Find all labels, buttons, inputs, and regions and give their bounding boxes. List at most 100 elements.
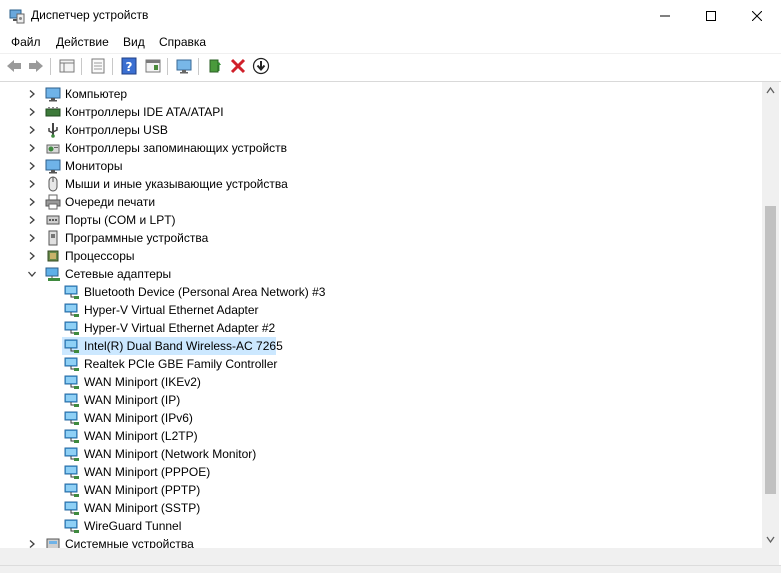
tree-category[interactable]: Мониторы bbox=[0, 157, 762, 175]
expand-chevron-icon[interactable] bbox=[27, 143, 37, 153]
close-button[interactable] bbox=[734, 0, 780, 31]
port-icon bbox=[46, 215, 60, 225]
scroll-down-arrow-icon[interactable] bbox=[766, 535, 775, 544]
expand-chevron-icon[interactable] bbox=[27, 539, 37, 548]
help-icon[interactable]: ? bbox=[120, 57, 138, 75]
toolbar: ? bbox=[0, 53, 781, 82]
tree-category[interactable]: Процессоры bbox=[0, 247, 762, 265]
tree-item[interactable]: Realtek PCIe GBE Family Controller bbox=[0, 355, 762, 373]
tree-item[interactable]: WAN Miniport (L2TP) bbox=[0, 427, 762, 445]
expand-chevron-icon[interactable] bbox=[27, 251, 37, 261]
toolbar-separator bbox=[50, 58, 51, 75]
tree-item[interactable]: WAN Miniport (IP) bbox=[0, 391, 762, 409]
adapter-label: WAN Miniport (Network Monitor) bbox=[84, 447, 257, 461]
vertical-scrollbar[interactable] bbox=[762, 82, 779, 548]
network-adapter-icon bbox=[64, 285, 79, 299]
tree-item[interactable]: Bluetooth Device (Personal Area Network)… bbox=[0, 283, 762, 301]
expand-chevron-icon[interactable] bbox=[27, 89, 37, 99]
adapter-label: WAN Miniport (IP) bbox=[84, 393, 181, 407]
tree-category[interactable]: Контроллеры запоминающих устройств bbox=[0, 139, 762, 157]
tree-item[interactable]: WireGuard Tunnel bbox=[0, 517, 762, 535]
action-panel-icon[interactable] bbox=[144, 57, 162, 75]
network-adapter-icon bbox=[64, 501, 79, 515]
tree-item[interactable]: WAN Miniport (IPv6) bbox=[0, 409, 762, 427]
expand-chevron-icon[interactable] bbox=[27, 125, 37, 135]
scroll-up-arrow-icon[interactable] bbox=[766, 86, 775, 95]
network-adapter-icon bbox=[64, 339, 79, 353]
tree-item-selected[interactable]: Intel(R) Dual Band Wireless-AC 7265 bbox=[0, 337, 762, 355]
adapter-label: WAN Miniport (SSTP) bbox=[84, 501, 201, 515]
expand-chevron-icon[interactable] bbox=[27, 197, 37, 207]
category-label: Порты (COM и LPT) bbox=[65, 213, 176, 227]
expand-chevron-icon[interactable] bbox=[27, 161, 37, 171]
tree-category[interactable]: Порты (COM и LPT) bbox=[0, 211, 762, 229]
collapse-chevron-icon[interactable] bbox=[27, 269, 37, 279]
expand-chevron-icon[interactable] bbox=[27, 233, 37, 243]
horizontal-scrollbar[interactable] bbox=[0, 548, 762, 565]
tree-category[interactable]: Очереди печати bbox=[0, 193, 762, 211]
adapter-label: Bluetooth Device (Personal Area Network)… bbox=[84, 285, 326, 299]
network-adapter-icon bbox=[64, 393, 79, 407]
tree-category-network-adapters[interactable]: Сетевые адаптеры bbox=[0, 265, 762, 283]
adapter-label: WAN Miniport (L2TP) bbox=[84, 429, 198, 443]
category-label: Процессоры bbox=[65, 249, 135, 263]
vertical-scroll-thumb[interactable] bbox=[765, 206, 776, 494]
tree-category[interactable]: Компьютер bbox=[0, 85, 762, 103]
download-driver-icon[interactable] bbox=[252, 57, 270, 75]
category-label: Мониторы bbox=[65, 159, 123, 173]
tree-category[interactable]: Мыши и иные указывающие устройства bbox=[0, 175, 762, 193]
category-label: Контроллеры IDE ATA/ATAPI bbox=[65, 105, 224, 119]
network-adapter-icon bbox=[64, 465, 79, 479]
properties-icon[interactable] bbox=[89, 57, 107, 75]
network-adapter-icon bbox=[64, 519, 79, 533]
scrollbar-corner bbox=[762, 548, 779, 565]
network-adapter-icon bbox=[64, 357, 79, 371]
update-driver-icon[interactable] bbox=[206, 57, 224, 75]
maximize-button[interactable] bbox=[688, 0, 734, 31]
window-title: Диспетчер устройств bbox=[31, 8, 149, 22]
toolbar-separator bbox=[81, 58, 82, 75]
network-adapter-icon bbox=[64, 447, 79, 461]
category-label: Мыши и иные указывающие устройства bbox=[65, 177, 288, 191]
network-adapter-icon bbox=[64, 411, 79, 425]
menu-action[interactable]: Действие bbox=[56, 35, 109, 49]
expand-chevron-icon[interactable] bbox=[27, 107, 37, 117]
toolbar-separator bbox=[198, 58, 199, 75]
network-adapter-icon bbox=[64, 303, 79, 317]
adapter-label: Intel(R) Dual Band Wireless-AC 7265 bbox=[84, 339, 283, 353]
tree-item[interactable]: WAN Miniport (IKEv2) bbox=[0, 373, 762, 391]
tree-category[interactable]: Программные устройства bbox=[0, 229, 762, 247]
computer-icon bbox=[45, 87, 61, 102]
tree-item[interactable]: WAN Miniport (SSTP) bbox=[0, 499, 762, 517]
category-label: Сетевые адаптеры bbox=[65, 267, 172, 281]
category-label: Контроллеры USB bbox=[65, 123, 168, 137]
network-adapter-icon bbox=[64, 429, 79, 443]
category-label: Компьютер bbox=[65, 87, 128, 101]
adapter-label: WAN Miniport (PPTP) bbox=[84, 483, 201, 497]
tree-item[interactable]: WAN Miniport (PPTP) bbox=[0, 481, 762, 499]
minimize-button[interactable] bbox=[642, 0, 688, 31]
tree-category[interactable]: Системные устройства bbox=[0, 535, 762, 548]
menu-view[interactable]: Вид bbox=[123, 35, 145, 49]
processor-icon bbox=[47, 250, 59, 262]
adapter-label: WAN Miniport (PPPOE) bbox=[84, 465, 211, 479]
forward-arrow-icon[interactable] bbox=[27, 57, 45, 75]
expand-chevron-icon[interactable] bbox=[27, 179, 37, 189]
tree-item[interactable]: Hyper-V Virtual Ethernet Adapter bbox=[0, 301, 762, 319]
tree-category[interactable]: Контроллеры USB bbox=[0, 121, 762, 139]
tree-item[interactable]: Hyper-V Virtual Ethernet Adapter #2 bbox=[0, 319, 762, 337]
tree-item[interactable]: WAN Miniport (Network Monitor) bbox=[0, 445, 762, 463]
tree-item[interactable]: WAN Miniport (PPPOE) bbox=[0, 463, 762, 481]
monitor-icon bbox=[45, 159, 61, 174]
adapter-label: Realtek PCIe GBE Family Controller bbox=[84, 357, 278, 371]
menu-help[interactable]: Справка bbox=[159, 35, 206, 49]
monitor-scan-icon[interactable] bbox=[175, 57, 193, 75]
back-arrow-icon[interactable] bbox=[5, 57, 23, 75]
expand-chevron-icon[interactable] bbox=[27, 215, 37, 225]
properties-grid-icon[interactable] bbox=[58, 57, 76, 75]
system-devices-icon bbox=[46, 538, 60, 548]
tree-category[interactable]: Контроллеры IDE ATA/ATAPI bbox=[0, 103, 762, 121]
uninstall-x-icon[interactable] bbox=[229, 57, 247, 75]
network-adapter-icon bbox=[64, 321, 79, 335]
menu-file[interactable]: Файл bbox=[11, 35, 41, 49]
